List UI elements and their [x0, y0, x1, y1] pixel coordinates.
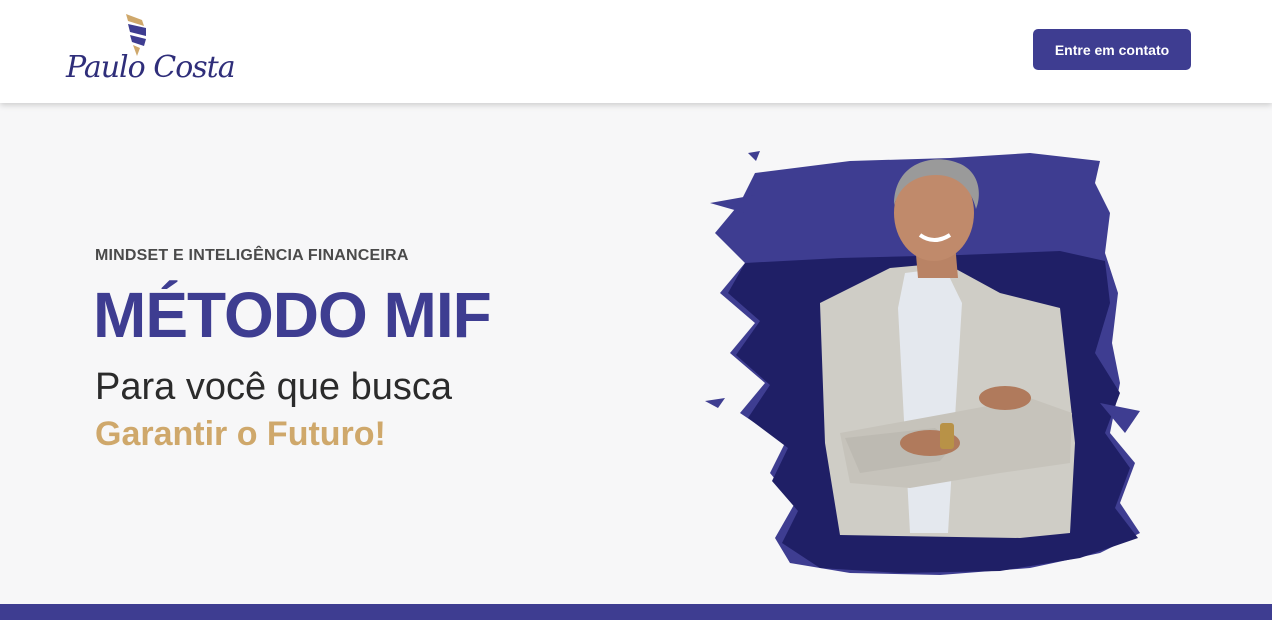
hero-subtitle: Para você que busca [95, 366, 453, 408]
hero-highlight: Garantir o Futuro! [95, 415, 386, 453]
hero-eyebrow: MINDSET E INTELIGÊNCIA FINANCEIRA [95, 247, 409, 264]
presenter-portrait [705, 151, 1140, 575]
site-header: Paulo Costa Entre em contato [0, 0, 1272, 103]
bottom-accent-bar [0, 604, 1272, 620]
hero-section: MINDSET E INTELIGÊNCIA FINANCEIRA MÉTODO… [0, 103, 1272, 604]
logo-wordmark: Paulo Costa [66, 50, 236, 85]
logo[interactable]: Paulo Costa [66, 12, 236, 92]
hero-title: MÉTODO MIF [93, 279, 492, 351]
contact-button[interactable]: Entre em contato [1033, 29, 1191, 70]
